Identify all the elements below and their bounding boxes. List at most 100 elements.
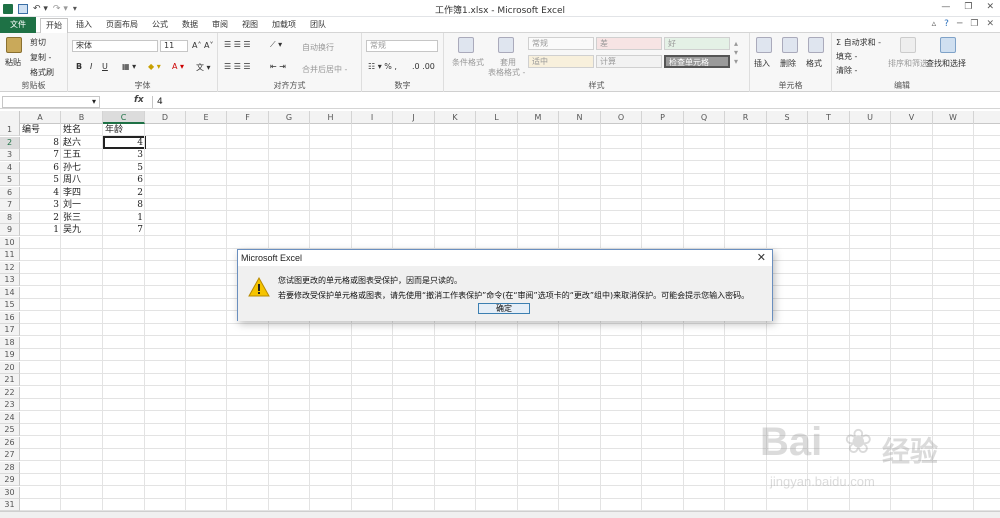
tab-page-layout[interactable]: 页面布局	[102, 18, 142, 33]
column-header-t[interactable]: T	[808, 111, 850, 124]
column-header-o[interactable]: O	[601, 111, 642, 124]
row-header[interactable]: 25	[0, 424, 20, 436]
row-header[interactable]: 28	[0, 461, 20, 474]
tab-addins[interactable]: 加载项	[268, 18, 300, 33]
insert-function-icon[interactable]: fx	[134, 95, 144, 105]
cut-button[interactable]: 剪切	[30, 37, 46, 48]
format-button[interactable]: 格式	[806, 58, 822, 69]
tab-formulas[interactable]: 公式	[148, 18, 172, 33]
row-header[interactable]: 10	[0, 236, 20, 249]
column-header-p[interactable]: P	[642, 111, 684, 124]
tab-insert[interactable]: 插入	[72, 18, 96, 33]
column-header-m[interactable]: M	[518, 111, 559, 124]
delete-button[interactable]: 删除	[780, 58, 796, 69]
column-header-n[interactable]: N	[559, 111, 601, 124]
bold-button[interactable]: B	[76, 62, 82, 71]
cell-a1[interactable]: 编号	[20, 124, 61, 136]
window-close-icon[interactable]: ✕	[986, 19, 994, 29]
currency-percent-icon[interactable]: ☷ ▾ % ,	[368, 62, 397, 71]
find-select-button[interactable]: 查找和选择	[926, 58, 966, 69]
select-all-corner[interactable]	[0, 111, 20, 124]
column-header-f[interactable]: F	[227, 111, 269, 124]
row-header[interactable]: 5	[0, 174, 20, 186]
window-restore-icon[interactable]: ❐	[970, 19, 978, 29]
row-header[interactable]: 29	[0, 474, 20, 486]
cell-c7[interactable]: 8	[103, 199, 145, 211]
column-header-e[interactable]: E	[186, 111, 227, 124]
column-header-b[interactable]: B	[61, 111, 103, 124]
cell-b8[interactable]: 张三	[61, 212, 103, 224]
cell-b1[interactable]: 姓名	[61, 124, 103, 136]
phonetic-icon[interactable]: 文 ▾	[196, 62, 211, 73]
cell-c6[interactable]: 2	[103, 187, 145, 199]
tab-file[interactable]: 文件	[0, 17, 36, 33]
cell-b9[interactable]: 吴九	[61, 224, 103, 236]
column-header-u[interactable]: U	[850, 111, 891, 124]
ok-button[interactable]: 确定	[478, 303, 530, 314]
name-box[interactable]: ▾	[2, 96, 100, 108]
column-header-i[interactable]: I	[352, 111, 393, 124]
cell-a5[interactable]: 5	[20, 174, 61, 186]
tab-view[interactable]: 视图	[238, 18, 262, 33]
style-calculation[interactable]: 计算	[596, 55, 662, 68]
row-header[interactable]: 21	[0, 374, 20, 386]
border-icon[interactable]: ▦ ▾	[122, 62, 136, 71]
row-header[interactable]: 6	[0, 186, 20, 199]
font-name-combo[interactable]: 宋体	[72, 40, 158, 52]
row-header[interactable]: 7	[0, 199, 20, 211]
style-check-cell[interactable]: 检查单元格	[664, 55, 730, 68]
row-header[interactable]: 15	[0, 299, 20, 311]
column-header-h[interactable]: H	[310, 111, 352, 124]
row-header[interactable]: 26	[0, 436, 20, 449]
tab-data[interactable]: 数据	[178, 18, 202, 33]
restore-icon[interactable]: ❐	[964, 2, 972, 12]
tab-team[interactable]: 团队	[306, 18, 330, 33]
indent-icon[interactable]: ⇤ ⇥	[270, 62, 286, 71]
column-header-w[interactable]: W	[933, 111, 974, 124]
cell-b5[interactable]: 周八	[61, 174, 103, 186]
fill-button[interactable]: 填充 -	[836, 51, 857, 62]
row-header[interactable]: 8	[0, 211, 20, 224]
column-header-r[interactable]: R	[725, 111, 767, 124]
row-header[interactable]: 18	[0, 336, 20, 349]
cell-c4[interactable]: 5	[103, 162, 145, 174]
column-header-s[interactable]: S	[767, 111, 808, 124]
merge-center-button[interactable]: 合并后居中 -	[302, 64, 347, 75]
top-align-icon[interactable]: ☰ ☰ ☰	[224, 40, 251, 49]
cell-b6[interactable]: 李四	[61, 187, 103, 199]
row-header[interactable]: 16	[0, 311, 20, 324]
cell-c8[interactable]: 1	[103, 212, 145, 224]
orientation-icon[interactable]: ⟋ ▾	[270, 40, 282, 50]
row-header[interactable]: 24	[0, 411, 20, 424]
clear-button[interactable]: 清除 -	[836, 65, 857, 76]
column-header-a[interactable]: A	[20, 111, 61, 124]
row-header[interactable]: 31	[0, 499, 20, 511]
cell-a9[interactable]: 1	[20, 224, 61, 236]
cell-b4[interactable]: 孙七	[61, 162, 103, 174]
active-cell[interactable]	[103, 136, 146, 149]
column-header-q[interactable]: Q	[684, 111, 725, 124]
cell-a7[interactable]: 3	[20, 199, 61, 211]
style-good[interactable]: 好	[664, 37, 730, 50]
window-minimize-icon[interactable]: ─	[957, 19, 962, 29]
close-icon[interactable]: ✕	[757, 251, 766, 264]
row-header[interactable]: 3	[0, 149, 20, 161]
font-size-combo[interactable]: 11	[160, 40, 188, 52]
italic-button[interactable]: I	[90, 62, 92, 71]
column-header-c[interactable]: C	[103, 111, 145, 124]
cell-a6[interactable]: 4	[20, 187, 61, 199]
tab-review[interactable]: 审阅	[208, 18, 232, 33]
decimal-icon[interactable]: .0 .00	[412, 62, 435, 71]
row-header[interactable]: 9	[0, 224, 20, 236]
autosum-button[interactable]: Σ 自动求和 -	[836, 37, 881, 48]
tab-home[interactable]: 开始	[40, 18, 68, 34]
close-icon[interactable]: ✕	[986, 2, 994, 12]
minimize-ribbon-icon[interactable]: ▵	[932, 19, 937, 29]
copy-button[interactable]: 复制 -	[30, 52, 51, 63]
cell-a8[interactable]: 2	[20, 212, 61, 224]
row-header[interactable]: 1	[0, 124, 20, 136]
font-color-icon[interactable]: A ▾	[172, 62, 184, 71]
fill-color-icon[interactable]: ◆ ▾	[148, 62, 161, 71]
wrap-text-button[interactable]: 自动换行	[302, 42, 334, 53]
formula-input[interactable]: 4	[152, 96, 998, 108]
